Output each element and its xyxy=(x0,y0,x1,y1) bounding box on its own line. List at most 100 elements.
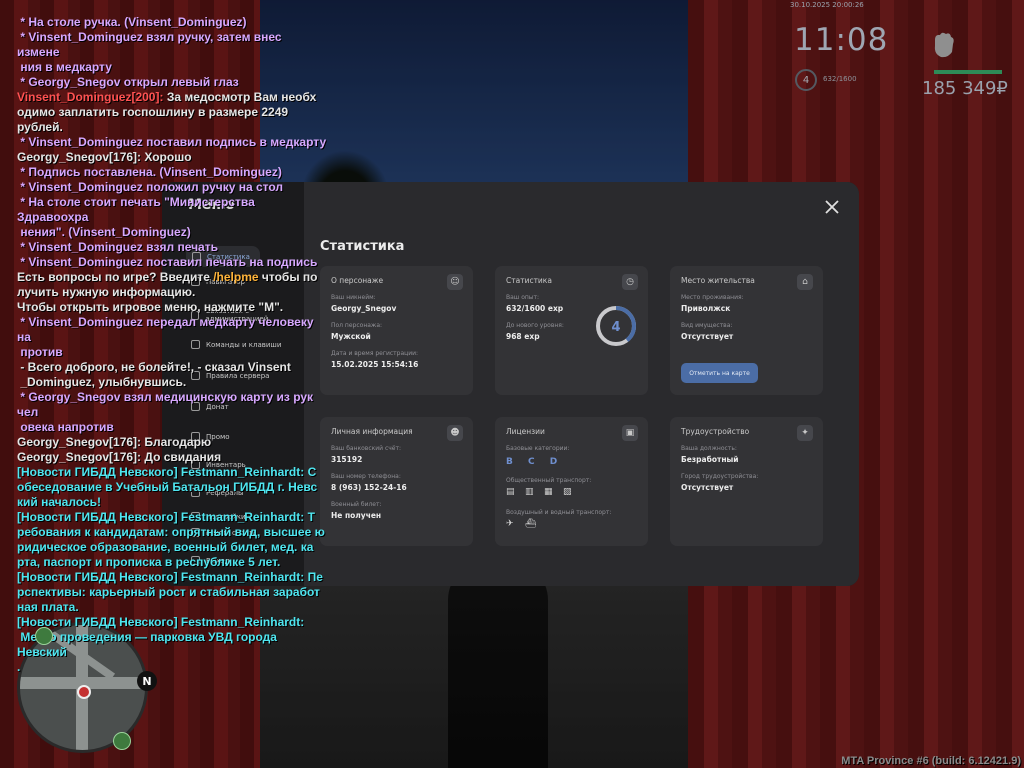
hud-date: 30.10.2025 20:00:26 xyxy=(790,1,864,9)
chat-message: * Georgy_Snegov взял медицинскую карту и… xyxy=(17,390,327,435)
page-title: Статистика xyxy=(320,239,405,254)
plane-icon: ✈ xyxy=(506,519,514,529)
property-value: Отсутствует xyxy=(681,332,734,341)
job-city-label: Город трудоустройства: xyxy=(681,473,759,480)
chat-text: * Vinsent_Dominguez поставил подпись в м… xyxy=(17,135,327,149)
chat-text: * Georgy_Snegov взял медицинскую карту и… xyxy=(17,390,314,434)
chat-message: Georgy_Snegov[176]: До свидания xyxy=(17,450,327,465)
gender-value: Мужской xyxy=(331,332,371,341)
chat-message: * Vinsent_Dominguez поставил подпись в м… xyxy=(17,135,327,150)
card-statistics: Статистика ◷ Ваш опыт: 632/1600 exp До н… xyxy=(495,266,648,395)
public-transport-label: Общественный транспорт: xyxy=(506,477,592,484)
place-label: Место проживания: xyxy=(681,294,744,301)
boat-icon: ⛴ xyxy=(525,519,537,529)
chat-message: [Новости ГИБДД Невского] Festmann_Reinha… xyxy=(17,615,327,675)
chat-text: * Georgy_Snegov открыл левый глаз xyxy=(17,75,239,89)
chat-message: * Подпись поставлена. (Vinsent_Dominguez… xyxy=(17,165,327,180)
stats-content: Статистика О персонаже ☺ Ваш никнейм: Ge… xyxy=(304,182,859,586)
exp-value: 632/1600 exp xyxy=(506,304,564,313)
exp-label: Ваш опыт: xyxy=(506,294,540,301)
job-city-value: Отсутствует xyxy=(681,483,734,492)
card-title: Статистика xyxy=(506,276,552,285)
reg-value: 15.02.2025 15:54:16 xyxy=(331,360,419,369)
chat-message: Georgy_Snegov[176]: Благодарю xyxy=(17,435,327,450)
briefcase-icon: ✦ xyxy=(797,425,813,441)
chat-message: * Vinsent_Dominguez взял ручку, затем вн… xyxy=(17,30,327,75)
chat-text: Чтобы открыть игровое меню, нажмите "M". xyxy=(17,300,284,314)
chat-sender: Vinsent_Dominguez[200]: xyxy=(17,90,164,104)
air-water-icons: ✈ ⛴ xyxy=(506,519,536,529)
phone-value: 8 (963) 152-24-16 xyxy=(331,483,407,492)
nick-label: Ваш никнейм: xyxy=(331,294,376,301)
health-bar xyxy=(934,70,1002,74)
chat-message: Чтобы открыть игровое меню, нажмите "M". xyxy=(17,300,327,315)
card-title: Трудоустройство xyxy=(681,427,750,436)
military-label: Военный билет: xyxy=(331,501,382,508)
card-title: О персонаже xyxy=(331,276,384,285)
fist-weapon-icon xyxy=(934,32,954,58)
chat-message: [Новости ГИБДД Невского] Festmann_Reinha… xyxy=(17,465,327,510)
clock-icon: ◷ xyxy=(622,274,638,290)
chat-text: * Vinsent_Dominguez передал медкарту чел… xyxy=(17,315,314,359)
bank-label: Ваш банковский счёт: xyxy=(331,445,402,452)
chat-message: - Всего доброго, не болейте!, - сказал V… xyxy=(17,360,327,390)
chat-message: * Vinsent_Dominguez положил ручку на сто… xyxy=(17,180,327,195)
house-icon: ⌂ xyxy=(797,274,813,290)
card-employment: Трудоустройство ✦ Ваша должность: Безраб… xyxy=(670,417,823,546)
air-water-label: Воздушный и водный транспорт: xyxy=(506,509,612,516)
chat-message: Есть вопросы по игре? Введите /helpme чт… xyxy=(17,270,327,300)
card-personal-info: Личная информация ☻ Ваш банковский счёт:… xyxy=(320,417,473,546)
chat-message: * Vinsent_Dominguez поставил печать на п… xyxy=(17,255,327,270)
player-position-icon xyxy=(77,685,91,699)
bank-value: 315192 xyxy=(331,455,363,464)
card-title: Место жительства xyxy=(681,276,755,285)
user-icon: ☺ xyxy=(447,274,463,290)
level-progress-ring: 4 xyxy=(596,306,636,346)
chat-command: /helpme xyxy=(213,270,259,284)
hud-exp: 632/1600 xyxy=(823,75,857,83)
chat-message: [Новости ГИБДД Невского] Festmann_Reinha… xyxy=(17,570,327,615)
chat-text: - Всего доброго, не болейте!, - сказал V… xyxy=(20,360,291,389)
card-title: Личная информация xyxy=(331,427,413,436)
chat-message: Georgy_Snegov[176]: Хорошо xyxy=(17,150,327,165)
phone-label: Ваш номер телефона: xyxy=(331,473,401,480)
chat-text: [Новости ГИБДД Невского] Festmann_Reinha… xyxy=(17,465,318,509)
chat-message: * На столе ручка. (Vinsent_Dominguez) xyxy=(17,15,327,30)
chat-text: * Vinsent_Dominguez взял печать xyxy=(17,240,218,254)
chat-text: [Новости ГИБДД Невского] Festmann_Reinha… xyxy=(17,570,323,614)
map-blip-icon xyxy=(35,627,53,645)
smile-icon: ☻ xyxy=(447,425,463,441)
nick-value: Georgy_Snegov xyxy=(331,304,397,313)
license-categories: B C D xyxy=(506,457,564,467)
mark-on-map-button[interactable]: Отметить на карте xyxy=(681,363,758,383)
card-licenses: Лицензии ▣ Базовые категории: B C D Обще… xyxy=(495,417,648,546)
level-value: 4 xyxy=(611,320,620,335)
chat-message: Vinsent_Dominguez[200]: За медосмотр Вам… xyxy=(17,90,327,135)
tram-icon: ▦ xyxy=(544,487,553,497)
close-icon[interactable] xyxy=(823,198,841,216)
chat-text: [Новости ГИБДД Невского] Festmann_Reinha… xyxy=(17,615,305,674)
map-blip-icon xyxy=(113,732,131,750)
job-label: Ваша должность: xyxy=(681,445,737,452)
reg-label: Дата и время регистрации: xyxy=(331,350,419,357)
job-value: Безработный xyxy=(681,455,739,464)
train-icon: ▧ xyxy=(563,487,572,497)
property-label: Вид имущества: xyxy=(681,322,733,329)
chat-text: * Vinsent_Dominguez взял ручку, затем вн… xyxy=(17,30,282,74)
gender-label: Пол персонажа: xyxy=(331,322,383,329)
chat-text: Georgy_Snegov[176]: До свидания xyxy=(17,450,222,464)
document-icon: ▣ xyxy=(622,425,638,441)
chat-text: * На столе стоит печать "Министерства Зд… xyxy=(17,195,255,239)
place-value: Приволжск xyxy=(681,304,731,313)
chat-message: [Новости ГИБДД Невского] Festmann_Reinha… xyxy=(17,510,327,570)
card-residence: Место жительства ⌂ Место проживания: При… xyxy=(670,266,823,395)
chat-text: * Подпись поставлена. (Vinsent_Dominguez… xyxy=(17,165,282,179)
chat-message: * Georgy_Snegov открыл левый глаз xyxy=(17,75,327,90)
next-level-label: До нового уровня: xyxy=(506,322,564,329)
chat-log: * На столе ручка. (Vinsent_Dominguez) * … xyxy=(17,15,327,675)
next-level-value: 968 exp xyxy=(506,332,540,341)
card-character: О персонаже ☺ Ваш никнейм: Georgy_Snegov… xyxy=(320,266,473,395)
chat-text: * Vinsent_Dominguez положил ручку на сто… xyxy=(17,180,284,194)
trolleybus-icon: ▥ xyxy=(525,487,534,497)
hud-money: 185 349₽ xyxy=(922,78,1008,99)
